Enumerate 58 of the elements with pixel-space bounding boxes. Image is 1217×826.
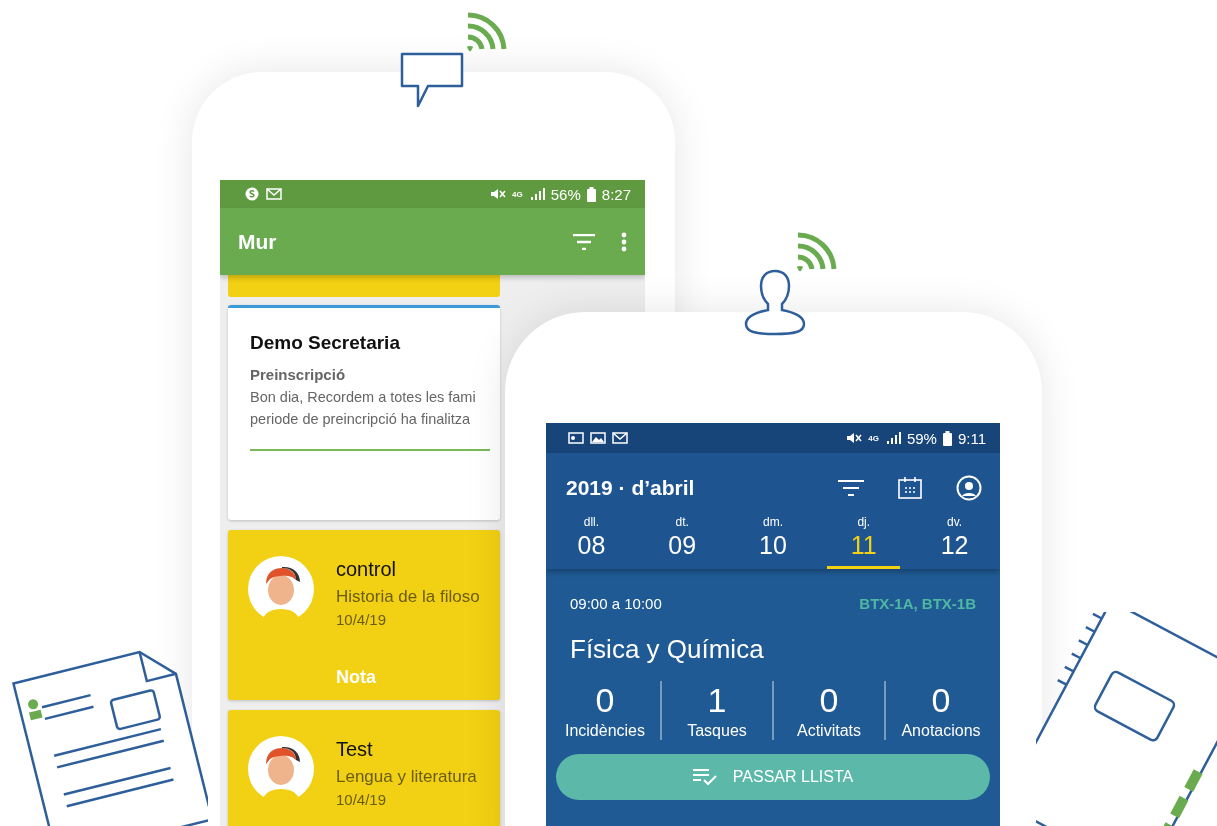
stat-value: 0 xyxy=(595,681,615,720)
avatar-icon xyxy=(248,556,314,622)
session-time: 09:00 a 10:00 xyxy=(570,595,662,612)
signal-icon xyxy=(528,187,545,201)
post-subject: Historia de la filoso xyxy=(336,587,480,607)
stat-value: 0 xyxy=(931,681,951,720)
note-card[interactable]: control Historia de la filoso 10/4/19 Nota xyxy=(228,530,500,700)
avatar-icon xyxy=(248,736,314,802)
post-date: 10/4/19 xyxy=(336,791,388,808)
post-author: Demo Secretaria xyxy=(250,332,401,354)
stat-label: Anotacions xyxy=(901,722,981,740)
stat-value: 1 xyxy=(707,681,727,720)
day-tab[interactable]: dv. 12 xyxy=(918,515,991,569)
stat-label: Activitats xyxy=(797,722,861,740)
subject-title: Física y Química xyxy=(570,634,765,665)
post-text: periode de preincripció ha finalitza xyxy=(250,411,472,427)
mute-icon xyxy=(846,431,863,445)
more-options-icon[interactable] xyxy=(621,231,627,252)
stat-value: 0 xyxy=(819,681,839,720)
month-title: 2019 · d’abril xyxy=(566,476,696,500)
app-title: Mur xyxy=(238,229,278,254)
day-tab[interactable]: dll. 08 xyxy=(555,515,628,569)
group-list: BTX-1A, BTX-1B xyxy=(859,595,976,612)
post-subject: Lengua y literatura xyxy=(336,767,477,787)
profile-icon[interactable] xyxy=(956,475,982,501)
post-author: control xyxy=(336,558,398,581)
clock-time: 8:27 xyxy=(601,185,631,203)
day-tab[interactable]: dm. 10 xyxy=(736,515,810,569)
note-card[interactable]: Test Lengua y literatura 10/4/19 xyxy=(228,710,500,826)
skype-icon xyxy=(244,187,260,201)
post-author: Test xyxy=(336,738,374,761)
message-card[interactable]: Demo Secretaria Preinscripció Bon dia, Recordem a totes les fami periode de preincripció ha finalitza xyxy=(228,305,500,520)
wifi-icon xyxy=(795,232,837,272)
battery-icon xyxy=(942,430,952,446)
post-text: Bon dia, Recordem a totes les fami xyxy=(250,389,477,405)
post-subject: Preinscripció xyxy=(250,366,347,383)
network-type: 4G xyxy=(868,433,879,443)
network-type: 4G xyxy=(512,189,523,199)
signal-icon xyxy=(884,431,901,445)
checklist-icon xyxy=(692,768,717,786)
stat-label: Incidències xyxy=(564,722,645,740)
image-icon xyxy=(590,431,606,445)
stat-label: Tasques xyxy=(687,722,747,740)
envelope-icon xyxy=(612,431,628,445)
post-date: 10/4/19 xyxy=(336,611,388,628)
envelope-icon xyxy=(266,187,282,201)
battery-icon xyxy=(586,186,596,202)
post-type-label: Nota xyxy=(336,667,377,688)
day-tab[interactable]: dt. 09 xyxy=(645,515,719,569)
battery-percent: 59% xyxy=(906,429,937,447)
wifi-icon xyxy=(465,12,507,52)
battery-percent: 56% xyxy=(550,185,581,203)
clock-time: 9:11 xyxy=(957,429,986,447)
filter-icon[interactable] xyxy=(838,479,864,497)
card-icon xyxy=(568,431,584,445)
day-tab[interactable]: dj. 11 xyxy=(827,515,901,569)
mute-icon xyxy=(490,187,507,201)
calendar-icon[interactable] xyxy=(898,477,922,499)
